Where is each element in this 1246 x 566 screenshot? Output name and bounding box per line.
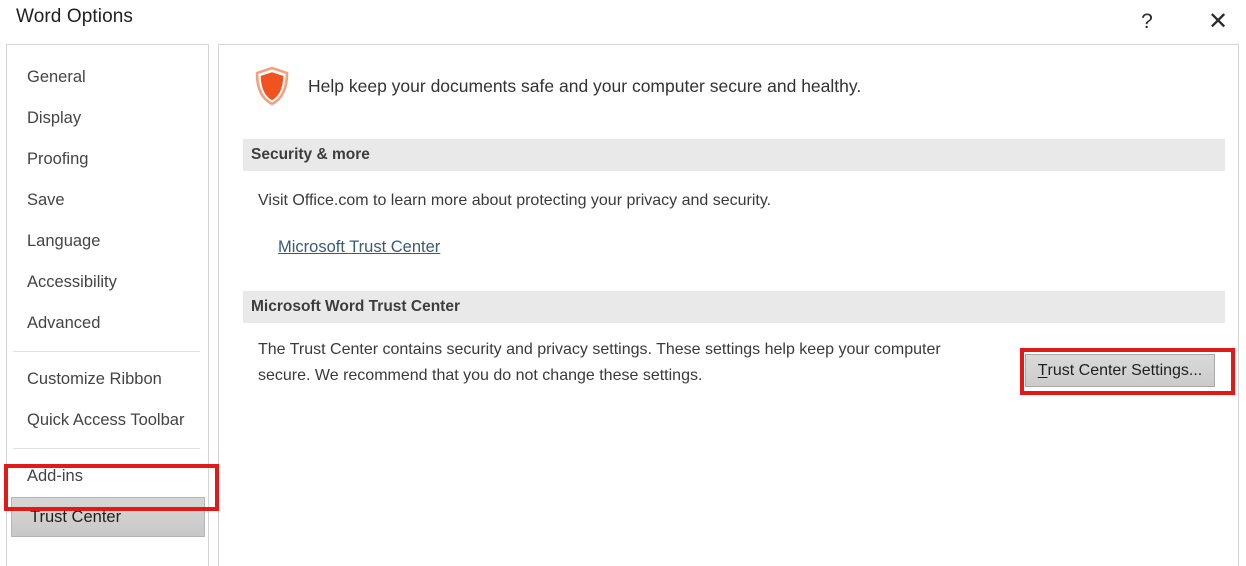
- title-bar: Word Options ? ✕: [0, 0, 1246, 44]
- close-button[interactable]: ✕: [1195, 0, 1241, 44]
- sidebar-item-advanced[interactable]: Advanced: [9, 303, 206, 344]
- security-description: Visit Office.com to learn more about pro…: [258, 192, 772, 209]
- section-header-microsoft-word-trust-center: Microsoft Word Trust Center: [243, 291, 1225, 323]
- sidebar-nav-list: General Display Proofing Save Language A…: [7, 45, 208, 537]
- sidebar-item-add-ins[interactable]: Add-ins: [9, 456, 206, 497]
- sidebar-item-save[interactable]: Save: [9, 180, 206, 221]
- sidebar-item-display[interactable]: Display: [9, 98, 206, 139]
- shield-icon: [252, 65, 292, 107]
- trust-center-header-text: Help keep your documents safe and your c…: [308, 75, 862, 96]
- help-button[interactable]: ?: [1124, 0, 1170, 44]
- trust-center-header: Help keep your documents safe and your c…: [219, 45, 1238, 127]
- trust-center-paragraph: The Trust Center contains security and p…: [258, 341, 941, 384]
- sidebar-item-proofing[interactable]: Proofing: [9, 139, 206, 180]
- sidebar-item-customize-ribbon[interactable]: Customize Ribbon: [9, 359, 206, 400]
- microsoft-trust-center-link[interactable]: Microsoft Trust Center: [278, 238, 440, 257]
- section-title: Microsoft Word Trust Center: [251, 298, 460, 315]
- sidebar-separator: [13, 448, 200, 449]
- button-accelerator-letter: T: [1037, 361, 1048, 379]
- sidebar-item-language[interactable]: Language: [9, 221, 206, 262]
- options-sidebar: General Display Proofing Save Language A…: [6, 44, 209, 566]
- section-title: Security & more: [251, 146, 370, 163]
- close-icon: ✕: [1207, 8, 1229, 35]
- trust-center-settings-button[interactable]: Trust Center Settings...: [1025, 354, 1215, 387]
- sidebar-item-trust-center[interactable]: Trust Center: [11, 497, 205, 537]
- options-content-panel: Help keep your documents safe and your c…: [218, 44, 1239, 566]
- window-title: Word Options: [16, 6, 134, 27]
- sidebar-item-accessibility[interactable]: Accessibility: [9, 262, 206, 303]
- sidebar-item-quick-access-toolbar[interactable]: Quick Access Toolbar: [9, 400, 206, 441]
- section-header-security-and-more: Security & more: [243, 139, 1225, 171]
- button-label-rest: rust Center Settings...: [1047, 361, 1203, 379]
- sidebar-item-general[interactable]: General: [9, 57, 206, 98]
- help-icon: ?: [1141, 10, 1153, 33]
- sidebar-separator: [13, 351, 200, 352]
